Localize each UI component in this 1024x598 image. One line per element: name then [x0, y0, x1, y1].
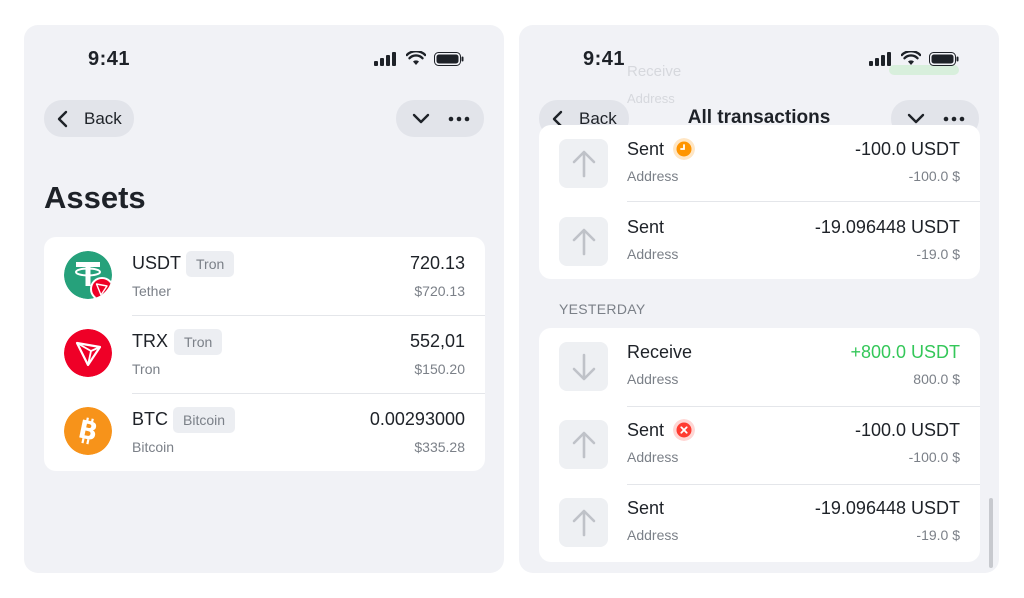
tron-icon	[64, 329, 112, 377]
asset-row-usdt[interactable]: USDT Tron Tether 720.13 $720.13	[44, 237, 485, 315]
transaction-amount: -100.0 USDT	[854, 420, 960, 440]
chevron-down-icon[interactable]	[906, 112, 926, 126]
transaction-amount: -19.096448 USDT	[814, 498, 960, 518]
section-label-yesterday: YESTERDAY	[559, 301, 646, 317]
asset-network-chip: Tron	[186, 251, 235, 277]
asset-network-chip: Tron	[174, 329, 223, 355]
chevron-left-icon	[57, 110, 68, 127]
transaction-address: Address	[627, 449, 679, 465]
transaction-address: Address	[627, 246, 679, 262]
transaction-fiat: -100.0 $	[908, 168, 960, 184]
asset-symbol: TRX	[132, 331, 168, 351]
bitcoin-icon: B	[64, 407, 112, 455]
asset-symbol: BTC	[132, 409, 168, 429]
more-icon[interactable]	[448, 116, 470, 122]
arrow-up-icon	[559, 217, 608, 266]
transaction-address: Address	[627, 371, 679, 387]
transaction-title: Sent	[627, 139, 665, 159]
assets-list: USDT Tron Tether 720.13 $720.13 TRX Tron…	[44, 237, 485, 471]
asset-symbol: USDT	[132, 253, 181, 273]
transaction-row[interactable]: Receive Address +800.0 USDT 800.0 $	[539, 328, 980, 406]
ghost-row-address: Address	[627, 91, 675, 106]
scrollbar[interactable]	[989, 498, 993, 568]
transaction-row[interactable]: Sent Address -19.096448 USDT -19.0 $	[539, 203, 980, 281]
asset-name: Tron	[132, 361, 161, 377]
wifi-icon	[406, 51, 426, 65]
ghost-row-title: Receive	[627, 63, 682, 80]
signal-icon	[869, 51, 891, 66]
transactions-group: Receive Address +800.0 USDT 800.0 $ Sent…	[539, 328, 980, 562]
transactions-group: Sent Address -100.0 USDT -100.0 $ Sent A…	[539, 125, 980, 279]
transaction-address: Address	[627, 168, 679, 184]
transaction-title: Sent	[627, 498, 665, 518]
battery-icon	[434, 51, 464, 66]
arrow-up-icon	[559, 498, 608, 547]
asset-amount: 552,01	[409, 331, 465, 351]
asset-fiat-value: $150.20	[414, 361, 465, 377]
transaction-fiat: -100.0 $	[908, 449, 960, 465]
transaction-amount: -100.0 USDT	[854, 139, 960, 159]
asset-amount: 720.13	[409, 253, 465, 273]
transaction-title: Receive	[627, 342, 693, 362]
chevron-down-icon[interactable]	[411, 112, 431, 126]
transaction-fiat: 800.0 $	[913, 371, 960, 387]
transaction-fiat: -19.0 $	[916, 527, 960, 543]
divider	[627, 201, 980, 202]
asset-fiat-value: $335.28	[414, 439, 465, 455]
back-label: Back	[84, 108, 122, 128]
wifi-icon	[901, 51, 921, 65]
transactions-screen: Receive Address 9:41 Back All transactio…	[519, 25, 999, 573]
asset-row-btc[interactable]: B BTC Bitcoin Bitcoin 0.00293000 $335.28	[44, 393, 485, 471]
failed-x-icon	[673, 419, 695, 441]
transaction-row[interactable]: Sent Address -100.0 USDT -100.0 $	[539, 125, 980, 203]
page-title: Assets	[44, 180, 146, 215]
nav-actions	[396, 100, 484, 137]
transaction-row[interactable]: Sent Address -19.096448 USDT -19.0 $	[539, 484, 980, 562]
asset-name: Bitcoin	[132, 439, 175, 455]
pending-clock-icon	[673, 138, 695, 160]
more-icon[interactable]	[943, 116, 965, 122]
tether-icon	[64, 251, 112, 299]
assets-screen: 9:41 Back Assets USDT Tron Tether 720.13…	[24, 25, 504, 573]
status-icons	[869, 51, 959, 66]
transaction-amount: +800.0 USDT	[850, 342, 960, 362]
arrow-up-icon	[559, 420, 608, 469]
transaction-fiat: -19.0 $	[916, 246, 960, 262]
asset-fiat-value: $720.13	[414, 283, 465, 299]
asset-amount: 0.00293000	[369, 409, 465, 429]
arrow-up-icon	[559, 139, 608, 188]
arrow-down-icon	[559, 342, 608, 391]
status-time: 9:41	[88, 48, 131, 70]
transaction-title: Sent	[627, 420, 665, 440]
asset-name: Tether	[132, 283, 171, 299]
battery-icon	[929, 51, 959, 66]
asset-network-chip: Bitcoin	[173, 407, 236, 433]
back-button[interactable]: Back	[44, 100, 134, 137]
status-icons	[374, 51, 464, 66]
ghost-row-amount	[889, 65, 959, 75]
transaction-amount: -19.096448 USDT	[814, 217, 960, 237]
status-time: 9:41	[583, 48, 626, 70]
transaction-row[interactable]: Sent Address -100.0 USDT -100.0 $	[539, 406, 980, 484]
transaction-title: Sent	[627, 217, 665, 237]
asset-row-trx[interactable]: TRX Tron Tron 552,01 $150.20	[44, 315, 485, 393]
transaction-address: Address	[627, 527, 679, 543]
signal-icon	[374, 51, 396, 66]
